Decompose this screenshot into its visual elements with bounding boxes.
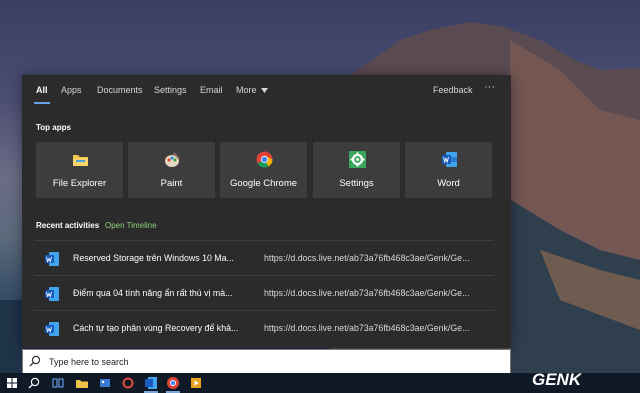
taskbar-chrome-icon[interactable]	[165, 375, 181, 391]
activity-title: Reserved Storage trên Windows 10 Ma...	[73, 253, 234, 263]
folder-icon	[73, 155, 88, 166]
tab-documents[interactable]: Documents	[97, 85, 143, 95]
app-tile-file-explorer[interactable]: File Explorer	[36, 142, 123, 198]
app-tile-label: File Explorer	[52, 178, 107, 189]
windows-start-icon[interactable]	[4, 375, 20, 391]
taskbar-file-explorer-icon[interactable]	[74, 375, 90, 391]
app-tile-label: Word	[437, 178, 460, 189]
task-view-icon[interactable]	[50, 375, 66, 391]
search-box[interactable]	[22, 349, 511, 375]
word-doc-icon	[45, 287, 59, 301]
tab-bar: All Apps Documents Settings Email More F…	[22, 75, 511, 107]
app-tile-paint[interactable]: Paint	[128, 142, 215, 198]
taskbar-app-icon[interactable]	[120, 375, 136, 391]
paint-palette-icon	[165, 152, 180, 167]
activity-url: https://d.docs.live.net/ab73a76fb468c3ae…	[264, 253, 470, 263]
chrome-icon	[256, 151, 273, 168]
activity-title: Cách tự tạo phân vùng Recovery để khả...	[73, 323, 239, 333]
recent-activity-row[interactable]: Cách tự tạo phân vùng Recovery để khả...…	[34, 310, 494, 345]
tab-all[interactable]: All	[36, 85, 48, 95]
app-tile-label: Google Chrome	[229, 178, 298, 189]
taskbar-search-icon[interactable]	[26, 375, 42, 391]
tab-email[interactable]: Email	[200, 85, 223, 95]
taskbar-media-icon[interactable]	[188, 375, 204, 391]
taskbar-photos-icon[interactable]	[97, 375, 113, 391]
search-input[interactable]	[47, 353, 491, 371]
top-apps-heading: Top apps	[36, 123, 71, 132]
tab-settings[interactable]: Settings	[154, 85, 187, 95]
word-icon	[442, 152, 457, 167]
app-tile-settings[interactable]: Settings	[313, 142, 400, 198]
ellipsis-icon[interactable]: ···	[484, 81, 495, 93]
genk-watermark-logo: GENK	[532, 370, 583, 389]
word-doc-icon	[45, 252, 59, 266]
recent-activities-heading: Recent activities	[36, 221, 100, 230]
recent-activity-row[interactable]: Reserved Storage trên Windows 10 Ma... h…	[34, 240, 494, 275]
search-panel: All Apps Documents Settings Email More F…	[22, 75, 511, 348]
app-tile-google-chrome[interactable]: Google Chrome	[220, 142, 307, 198]
app-tile-label: Paint	[160, 178, 183, 189]
activity-url: https://d.docs.live.net/ab73a76fb468c3ae…	[264, 288, 470, 298]
taskbar-word-icon[interactable]	[143, 375, 159, 391]
tab-more-label: More	[236, 85, 257, 95]
open-timeline-link[interactable]: Open Timeline	[105, 221, 157, 230]
tab-apps[interactable]: Apps	[61, 85, 82, 95]
active-tab-indicator	[34, 102, 50, 104]
app-tile-word[interactable]: Word	[405, 142, 492, 198]
tab-more[interactable]: More	[236, 85, 269, 95]
word-doc-icon	[45, 322, 59, 336]
feedback-link[interactable]: Feedback	[433, 85, 473, 95]
chevron-down-icon	[261, 88, 269, 94]
search-icon	[29, 355, 41, 367]
activity-title: Điểm qua 04 tính năng ẩn rất thú vị mà..…	[73, 288, 233, 298]
gear-icon	[349, 151, 366, 168]
recent-activity-row[interactable]: Điểm qua 04 tính năng ẩn rất thú vị mà..…	[34, 275, 494, 310]
watermark-text: GENK	[532, 370, 583, 389]
app-tile-label: Settings	[339, 178, 374, 189]
activity-url: https://d.docs.live.net/ab73a76fb468c3ae…	[264, 323, 470, 333]
